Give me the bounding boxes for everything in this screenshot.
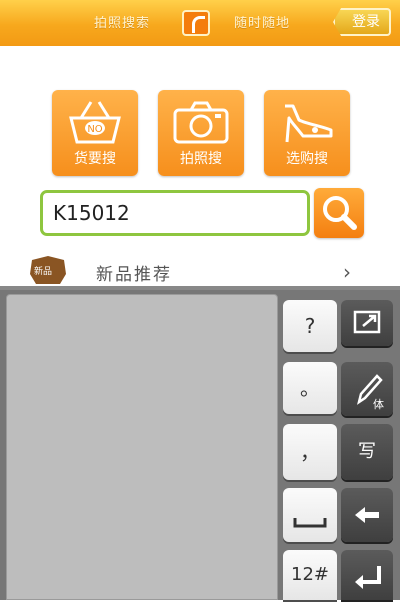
key-handwrite-mode[interactable]: 体 — [341, 362, 393, 416]
high-heel-icon — [285, 104, 333, 143]
tile-stock-search[interactable]: NO 货要搜 — [52, 90, 138, 176]
pen-icon: 体 — [357, 374, 384, 411]
key-symbols[interactable]: 12# — [283, 550, 337, 600]
basket-no-icon: NO — [69, 101, 121, 144]
key-backspace[interactable] — [341, 488, 393, 542]
enter-icon — [355, 566, 381, 589]
app-logo — [182, 10, 210, 36]
tile-label: 选购搜 — [286, 151, 328, 167]
tile-shopping-search[interactable]: 选购搜 — [264, 90, 350, 176]
keyboard-top-border — [0, 286, 400, 290]
badge-text: 新品 — [34, 267, 53, 277]
chevron-right-icon[interactable]: › — [343, 260, 351, 284]
key-period[interactable]: 。 — [283, 362, 337, 414]
new-product-badge: 新品 — [28, 254, 68, 288]
key-write[interactable]: 写 — [341, 424, 393, 480]
key-resize[interactable] — [341, 300, 393, 346]
handwriting-pad[interactable] — [6, 294, 278, 600]
key-enter[interactable] — [341, 550, 393, 600]
tile-label: 拍照搜 — [180, 151, 222, 167]
key-space[interactable] — [283, 488, 337, 542]
tile-photo-search[interactable]: 拍照搜 — [158, 90, 244, 176]
svg-text:NO: NO — [87, 124, 102, 135]
header-left-text: 拍照搜索 — [94, 16, 151, 31]
key-question[interactable]: ? — [283, 300, 337, 352]
backspace-icon — [355, 507, 379, 523]
space-bar-icon — [293, 518, 327, 528]
search-button[interactable] — [314, 188, 364, 238]
svg-text:体: 体 — [373, 397, 384, 411]
key-comma[interactable]: ， — [283, 424, 337, 480]
login-button[interactable]: 登录 — [333, 8, 391, 36]
camera-icon — [173, 101, 229, 144]
handwriting-keyboard: ? 。 ， 12# 体 写 — [0, 286, 400, 600]
magnifier-icon — [323, 196, 357, 230]
tile-label: 货要搜 — [74, 151, 116, 167]
header-right-text: 随时随地 — [234, 16, 291, 31]
resize-icon — [353, 310, 381, 334]
section-title[interactable]: 新品推荐 — [96, 260, 172, 285]
header-bar: 拍照搜索 随时随地 登录 — [0, 0, 400, 46]
search-input[interactable]: K15012 — [40, 190, 310, 236]
